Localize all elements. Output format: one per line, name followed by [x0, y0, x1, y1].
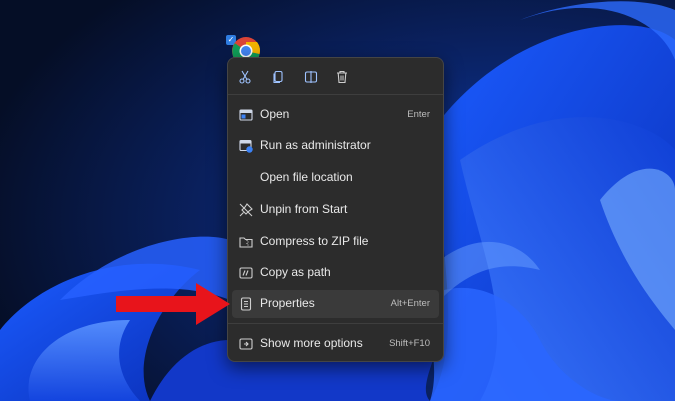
more-options-icon: [239, 338, 253, 350]
copy-path-icon: [239, 267, 253, 279]
red-arrow: [116, 283, 230, 325]
properties-icon: [240, 297, 252, 311]
cut-button[interactable]: [234, 66, 256, 88]
copy-icon: [273, 70, 283, 84]
menu-item-open[interactable]: Open Enter: [232, 101, 439, 129]
menu-item-shortcut: Shift+F10: [389, 338, 430, 349]
menu-item-label: Unpin from Start: [260, 202, 348, 216]
delete-icon: [337, 70, 347, 84]
cut-icon: [239, 70, 251, 84]
menu-item-show-more-options[interactable]: Show more options Shift+F10: [232, 330, 439, 358]
menu-item-open-file-location[interactable]: Open file location: [232, 164, 439, 192]
menu-item-label: Open: [260, 107, 290, 121]
menu-item-run-as-administrator[interactable]: Run as administrator: [232, 132, 439, 160]
context-menu: Open Enter Run as administrator Open fil…: [227, 57, 444, 362]
menu-separator: [228, 323, 443, 324]
menu-item-label: Open file location: [260, 170, 353, 184]
unpin-icon: [239, 203, 253, 217]
menu-item-label: Show more options: [260, 336, 363, 350]
menu-item-shortcut: Alt+Enter: [390, 298, 430, 309]
open-window-icon: [239, 109, 253, 121]
copy-button[interactable]: [267, 66, 289, 88]
zip-folder-icon: [239, 237, 253, 248]
delete-button[interactable]: [331, 66, 353, 88]
quick-actions-bar: [228, 58, 443, 94]
menu-item-shortcut: Enter: [407, 109, 430, 120]
menu-item-label: Compress to ZIP file: [260, 234, 369, 248]
rename-button[interactable]: [300, 66, 322, 88]
menu-item-unpin-from-start[interactable]: Unpin from Start: [232, 196, 439, 224]
menu-item-label: Properties: [260, 296, 315, 310]
rename-icon: [304, 71, 318, 83]
menu-separator: [228, 94, 443, 95]
shield-admin-icon: [239, 139, 253, 153]
menu-item-copy-as-path[interactable]: Copy as path: [232, 259, 439, 287]
menu-item-label: Copy as path: [260, 265, 331, 279]
menu-item-properties[interactable]: Properties Alt+Enter: [232, 290, 439, 318]
menu-item-compress-to-zip[interactable]: Compress to ZIP file: [232, 228, 439, 256]
menu-item-label: Run as administrator: [260, 138, 371, 152]
